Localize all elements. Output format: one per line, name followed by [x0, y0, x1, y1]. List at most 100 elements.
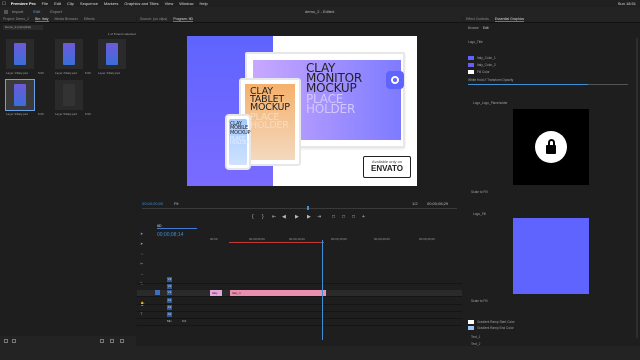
program-timecode[interactable]: 00;00;00;00 [142, 201, 163, 206]
workspace-import[interactable]: Import [12, 9, 23, 14]
timeline-timecode[interactable]: 00;00;08;14 [157, 232, 183, 238]
trash-icon[interactable] [120, 339, 124, 343]
logo-fill-preview[interactable] [513, 218, 589, 294]
menubar-clock: Sun 18:51 [617, 1, 636, 6]
project-item-thumb[interactable] [55, 39, 83, 69]
mark-in-icon[interactable]: { [252, 214, 254, 220]
project-item-thumb[interactable] [6, 39, 34, 69]
track-label[interactable]: V1 [167, 290, 172, 295]
color-swatch[interactable] [468, 63, 474, 67]
tab-project[interactable]: Project: Demo_2 [3, 17, 29, 21]
bin-path: Demo_2.prproj/Italy [3, 25, 43, 30]
effects-scrollbar[interactable] [636, 38, 638, 338]
ripple-edit-tool-icon[interactable]: ⇔ [140, 251, 145, 256]
timeline-ruler[interactable]: 00;00 00;00;05;00 00;00;10;00 00;00;15;0… [209, 237, 462, 241]
menu-view[interactable]: View [165, 1, 174, 6]
button-editor-icon[interactable]: + [362, 214, 365, 220]
essential-graphics-panel: Effect Controls Essential Graphics Brows… [463, 16, 640, 346]
subtab-browse[interactable]: Browse [468, 26, 479, 30]
prop-fill-color: Fill Color [477, 70, 490, 74]
track-row-a2: A2 [137, 305, 462, 312]
track-label[interactable]: V3 [167, 277, 172, 282]
project-item-duration: 5:00 [85, 112, 91, 116]
prop-color-1: Italy_Color_1 [477, 56, 496, 60]
project-item-thumb[interactable] [55, 80, 83, 110]
color-swatch[interactable] [468, 56, 474, 60]
icon-view-icon[interactable] [12, 339, 16, 343]
menu-markers[interactable]: Markers [104, 1, 118, 6]
color-swatch[interactable] [468, 326, 474, 330]
phone-placeholder: PLACE HOLDER [230, 136, 250, 147]
project-item-name: Layer 5/Italy.psd [55, 112, 77, 116]
logo-placeholder-preview[interactable] [513, 109, 589, 185]
list-view-icon[interactable] [4, 339, 8, 343]
track-select-tool-icon[interactable]: ➤ [140, 241, 145, 246]
go-to-in-icon[interactable]: ⇤ [272, 214, 276, 220]
prop-text-1: Text_1 [471, 335, 481, 339]
timeline-clip[interactable]: Italy_1 [230, 290, 326, 296]
tab-bin[interactable]: Bin: Italy [35, 17, 49, 22]
workspace-export[interactable]: Export [50, 9, 62, 14]
mix-value[interactable]: 0.0 [182, 319, 186, 323]
step-forward-icon[interactable]: ▶ [307, 214, 311, 220]
selection-count: 1 of 8 items selected [108, 32, 136, 36]
track-label[interactable]: A2 [167, 305, 172, 310]
menu-clip[interactable]: Clip [67, 1, 74, 6]
sequence-tab[interactable]: ItD [157, 224, 197, 229]
track-label[interactable]: A3 [167, 312, 172, 317]
scrubber-playhead[interactable] [307, 206, 309, 210]
menu-help[interactable]: Help [199, 1, 207, 6]
workspace-edit[interactable]: Edit [33, 9, 40, 14]
step-back-icon[interactable]: ◀ [282, 214, 286, 220]
scrubber-track[interactable] [142, 208, 457, 209]
tab-source[interactable]: Source: (no clips) [140, 17, 167, 21]
razor-tool-icon[interactable]: ✂ [140, 261, 145, 266]
selection-tool-icon[interactable]: ➤ [140, 231, 145, 236]
program-canvas[interactable]: CLAY MONITOR MOCKUP PLACE HOLDER CLAY TA… [187, 36, 417, 186]
tab-effects[interactable]: Effects [84, 17, 95, 21]
menu-window[interactable]: Window [179, 1, 193, 6]
color-swatch[interactable] [468, 70, 474, 74]
source-patch[interactable] [155, 290, 160, 295]
slip-tool-icon[interactable]: ↔ [140, 271, 145, 276]
home-icon[interactable] [4, 9, 8, 14]
track-label[interactable]: V2 [167, 284, 172, 289]
render-bar [229, 242, 324, 243]
menu-app[interactable]: Premiere Pro [11, 1, 36, 6]
export-frame-icon[interactable]: □ [352, 214, 355, 220]
menu-graphics[interactable]: Graphics and Titles [124, 1, 158, 6]
menu-sequence[interactable]: Sequence [80, 1, 98, 6]
new-bin-icon[interactable] [100, 339, 104, 343]
tab-essential-graphics[interactable]: Essential Graphics [494, 17, 525, 22]
extract-icon[interactable]: □ [342, 214, 345, 220]
track-label[interactable]: A1 [167, 298, 172, 303]
color-swatch[interactable] [468, 320, 474, 324]
menu-file[interactable]: File [42, 1, 48, 6]
ruler-tick: 00;00;15;00 [331, 237, 347, 241]
subtab-edit[interactable]: Edit [483, 26, 489, 30]
project-item-duration: 5:00 [85, 71, 91, 75]
apple-menu-icon[interactable]:  [2, 1, 6, 7]
monitor-title: CLAY MONITOR MOCKUP [306, 61, 363, 96]
new-item-icon[interactable] [110, 339, 114, 343]
mark-out-icon[interactable]: } [262, 214, 264, 220]
menu-edit[interactable]: Edit [54, 1, 61, 6]
timeline-panel: ItD 00;00;08;14 ➤ ➤ ⇔ ✂ ↔ ✎ □ ✋ T 00;00 … [137, 224, 462, 346]
play-icon[interactable]: ▶ [295, 214, 299, 220]
timeline-clip[interactable]: Italy [210, 290, 222, 296]
quality-dropdown[interactable]: 1/2 [412, 201, 418, 206]
track-row-mix: Mix 0.0 [137, 319, 462, 326]
ruler-tick: 00;00;20;00 [374, 237, 390, 241]
phone-title: CLAY MOBILE MOCKUP [230, 121, 251, 136]
fit-dropdown[interactable]: Fit [174, 201, 178, 206]
timeline-playhead[interactable] [322, 240, 323, 340]
project-item-name: Layer 4/Italy.psd [6, 112, 28, 116]
tab-program[interactable]: Program: ItD [173, 17, 194, 22]
prop-opacity: White Hold // Transform Opacity [468, 78, 514, 82]
tab-effect-controls[interactable]: Effect Controls [466, 17, 489, 21]
project-item-thumb[interactable] [98, 39, 126, 69]
tab-media-browser[interactable]: Media Browser [55, 17, 78, 21]
go-to-out-icon[interactable]: ⇥ [317, 214, 321, 220]
project-item-thumb-selected[interactable] [5, 79, 35, 111]
lift-icon[interactable]: □ [332, 214, 335, 220]
